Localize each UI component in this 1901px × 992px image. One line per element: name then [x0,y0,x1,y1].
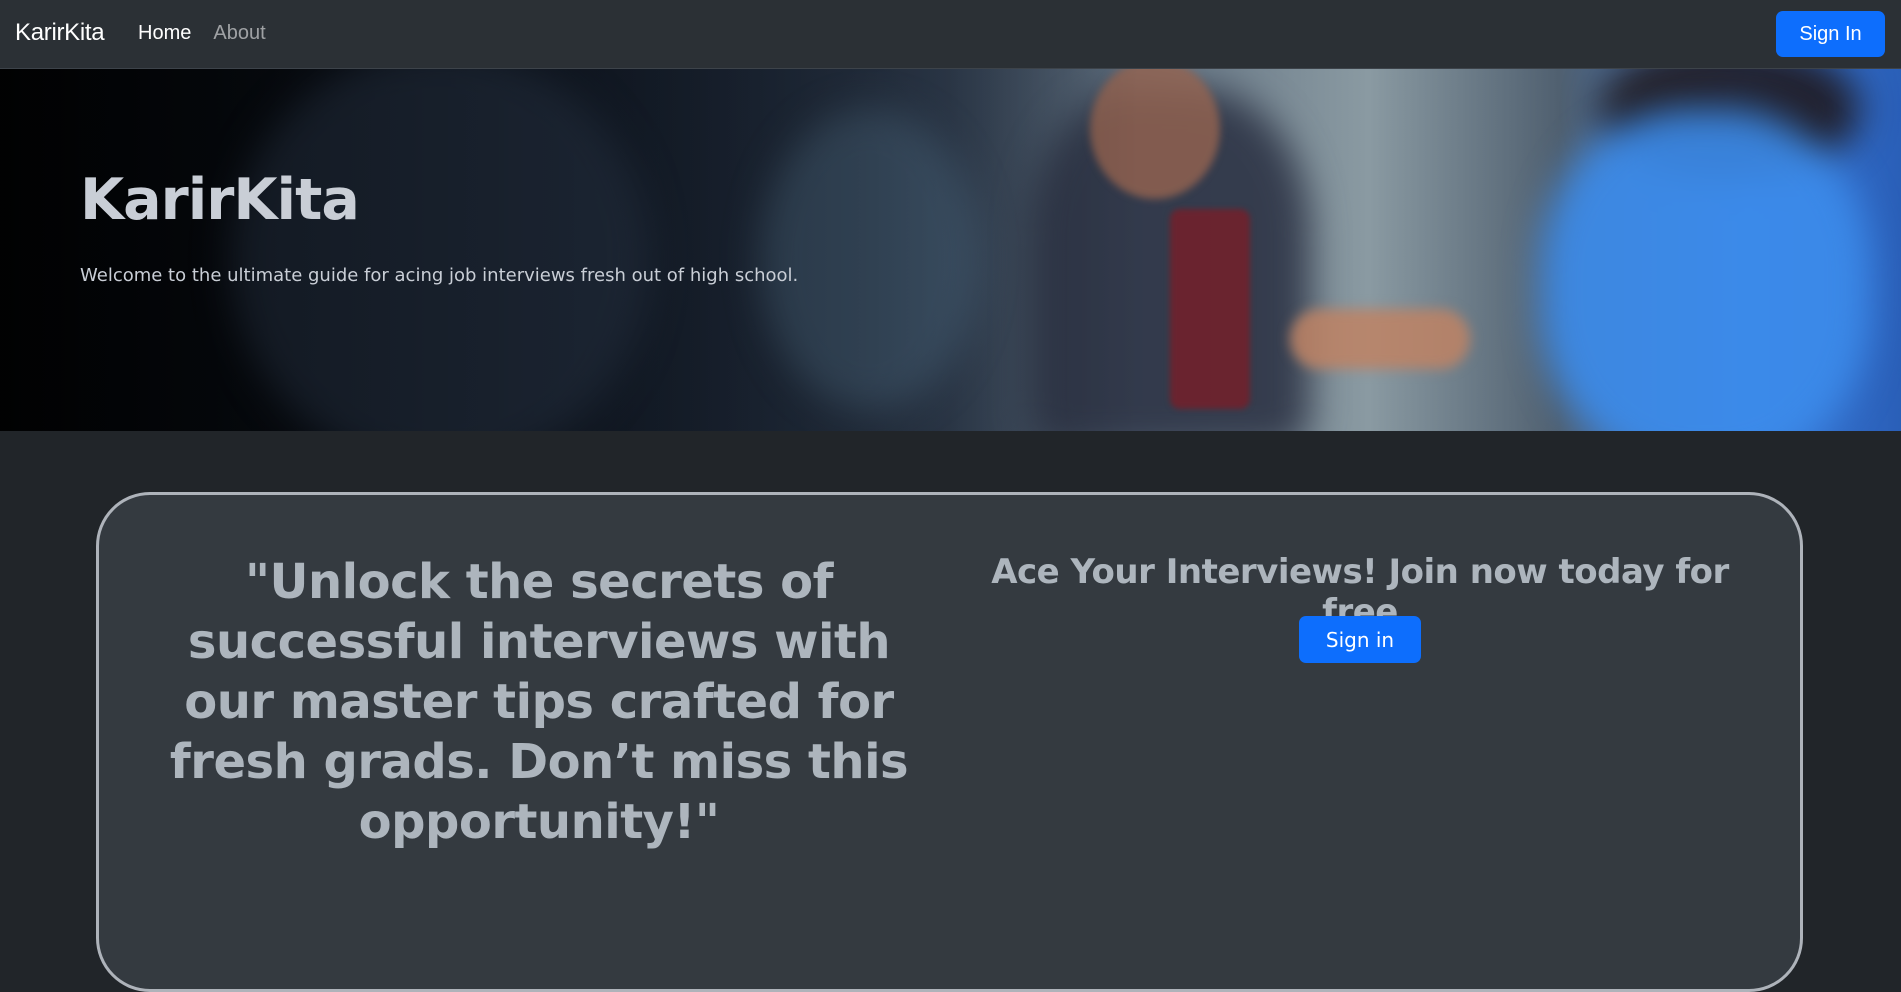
navbar-sign-in-button[interactable]: Sign In [1776,11,1885,57]
nav-link-about[interactable]: About [213,22,265,45]
hero-banner: KarirKita Welcome to the ultimate guide … [0,69,1901,431]
hero-subtitle: Welcome to the ultimate guide for acing … [80,265,799,286]
brand-logo[interactable]: KarirKita [15,19,105,47]
nav-link-home[interactable]: Home [138,22,191,45]
promo-quote: "Unlock the secrets of successful interv… [169,554,909,850]
hero-overlay [0,69,1901,431]
top-navbar: KarirKita Home About Sign In [0,0,1901,69]
cta-sign-in-button[interactable]: Sign in [1299,616,1421,663]
hero-title: KarirKita [80,167,360,233]
nav-links: Home About [138,22,266,45]
